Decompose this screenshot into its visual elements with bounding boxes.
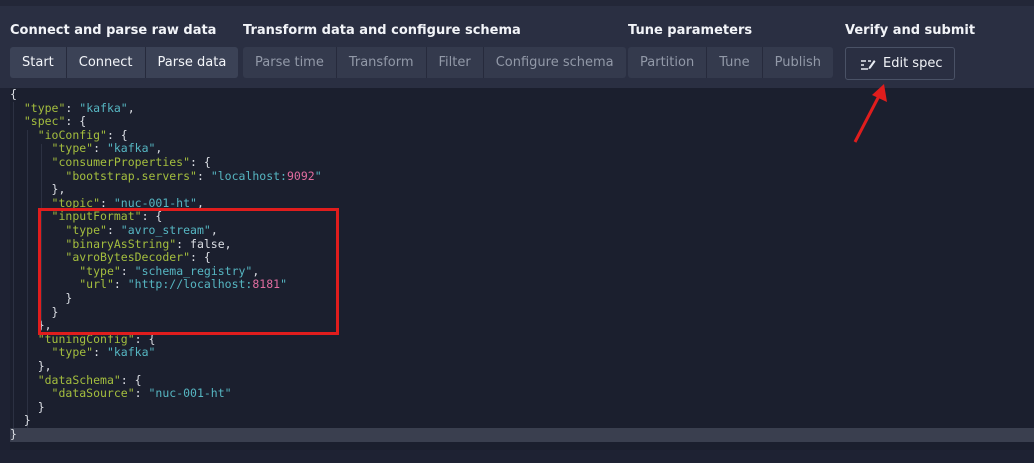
step-partition-button[interactable]: Partition: [628, 47, 708, 78]
code-token: },: [10, 182, 66, 197]
code-token: },: [10, 359, 52, 373]
top-strip: [0, 0, 1034, 6]
code-token: ": [314, 168, 322, 183]
code-token: "kafka": [106, 345, 156, 360]
code-token: "type": [51, 345, 94, 360]
edit-spec-icon: [861, 59, 876, 70]
code-line: },: [10, 359, 52, 374]
code-token: "type": [23, 100, 66, 115]
code-token: :: [93, 141, 107, 156]
code-token: }: [10, 399, 45, 414]
code-line: },: [10, 182, 66, 197]
code-line: "type": "kafka": [10, 345, 156, 360]
code-token: "kafka": [106, 141, 156, 156]
code-token: : {: [190, 155, 211, 169]
code-token: : {: [65, 114, 87, 129]
step-tune-button[interactable]: Tune: [707, 47, 763, 78]
code-line: "type": "kafka",: [10, 141, 163, 156]
code-token: "nuc-001-ht": [148, 386, 232, 401]
code-token: "kafka": [79, 100, 128, 115]
code-token: "consumerProperties": [51, 155, 191, 169]
edit-spec-label: Edit spec: [883, 56, 943, 71]
code-token: :: [65, 100, 80, 115]
code-token: "dataSource": [51, 386, 135, 401]
code-line: "bootstrap.servers": "localhost:9092": [10, 168, 322, 184]
code-token: "dataSchema": [37, 372, 121, 387]
code-line: }: [10, 427, 1034, 442]
code-token: {: [10, 87, 17, 101]
code-token: }: [10, 427, 17, 441]
step-filter-button[interactable]: Filter: [426, 47, 484, 78]
code-token: "localhost:: [210, 168, 287, 183]
step-transform-button[interactable]: Transform: [336, 47, 427, 78]
code-token: :: [196, 168, 211, 183]
group-connect-parse: Connect and parse raw data Start Connect…: [10, 22, 239, 78]
code-token: }: [10, 413, 31, 428]
group-verify: Verify and submit Edit spec: [845, 22, 976, 80]
code-token: 9092: [286, 168, 315, 183]
code-token: :: [134, 386, 149, 401]
code-line: "dataSource": "nuc-001-ht": [10, 386, 232, 401]
group-title-tune: Tune parameters: [628, 23, 753, 38]
code-line: "type": "kafka",: [10, 100, 135, 116]
edit-spec-button[interactable]: Edit spec: [845, 47, 956, 80]
code-line: "spec": {: [10, 114, 87, 129]
code-token: : {: [120, 372, 142, 387]
code-token: "type": [51, 141, 94, 156]
code-token: ,: [127, 100, 135, 115]
code-line: "ioConfig": {: [10, 127, 128, 143]
code-line: "consumerProperties": {: [10, 155, 211, 170]
code-token: "ioConfig": [37, 127, 107, 142]
group-title-connect: Connect and parse raw data: [10, 23, 217, 38]
group-transform-schema: Transform data and configure schema Pars…: [243, 22, 626, 78]
code-token: : {: [106, 127, 128, 142]
group-title-transform: Transform data and configure schema: [243, 23, 521, 38]
annotation-arrow-icon: [853, 84, 887, 143]
step-start-button[interactable]: Start: [10, 47, 67, 78]
code-token: ,: [155, 141, 163, 156]
step-parse-time-button[interactable]: Parse time: [243, 47, 337, 78]
step-configure-schema-button[interactable]: Configure schema: [483, 47, 626, 78]
code-line: {: [10, 87, 17, 102]
step-parse-data-button[interactable]: Parse data: [145, 47, 239, 78]
step-connect-button[interactable]: Connect: [66, 47, 146, 78]
annotation-highlight-box: [38, 208, 339, 335]
group-tune: Tune parameters Partition Tune Publish: [628, 22, 833, 78]
code-line: }: [10, 414, 31, 428]
code-token: :: [93, 345, 107, 360]
code-token: "spec": [23, 114, 66, 129]
code-token: "bootstrap.servers": [65, 168, 197, 183]
step-publish-button[interactable]: Publish: [762, 47, 833, 78]
group-title-verify: Verify and submit: [845, 23, 976, 38]
code-line: "dataSchema": {: [10, 372, 142, 388]
code-line: }: [10, 399, 45, 415]
